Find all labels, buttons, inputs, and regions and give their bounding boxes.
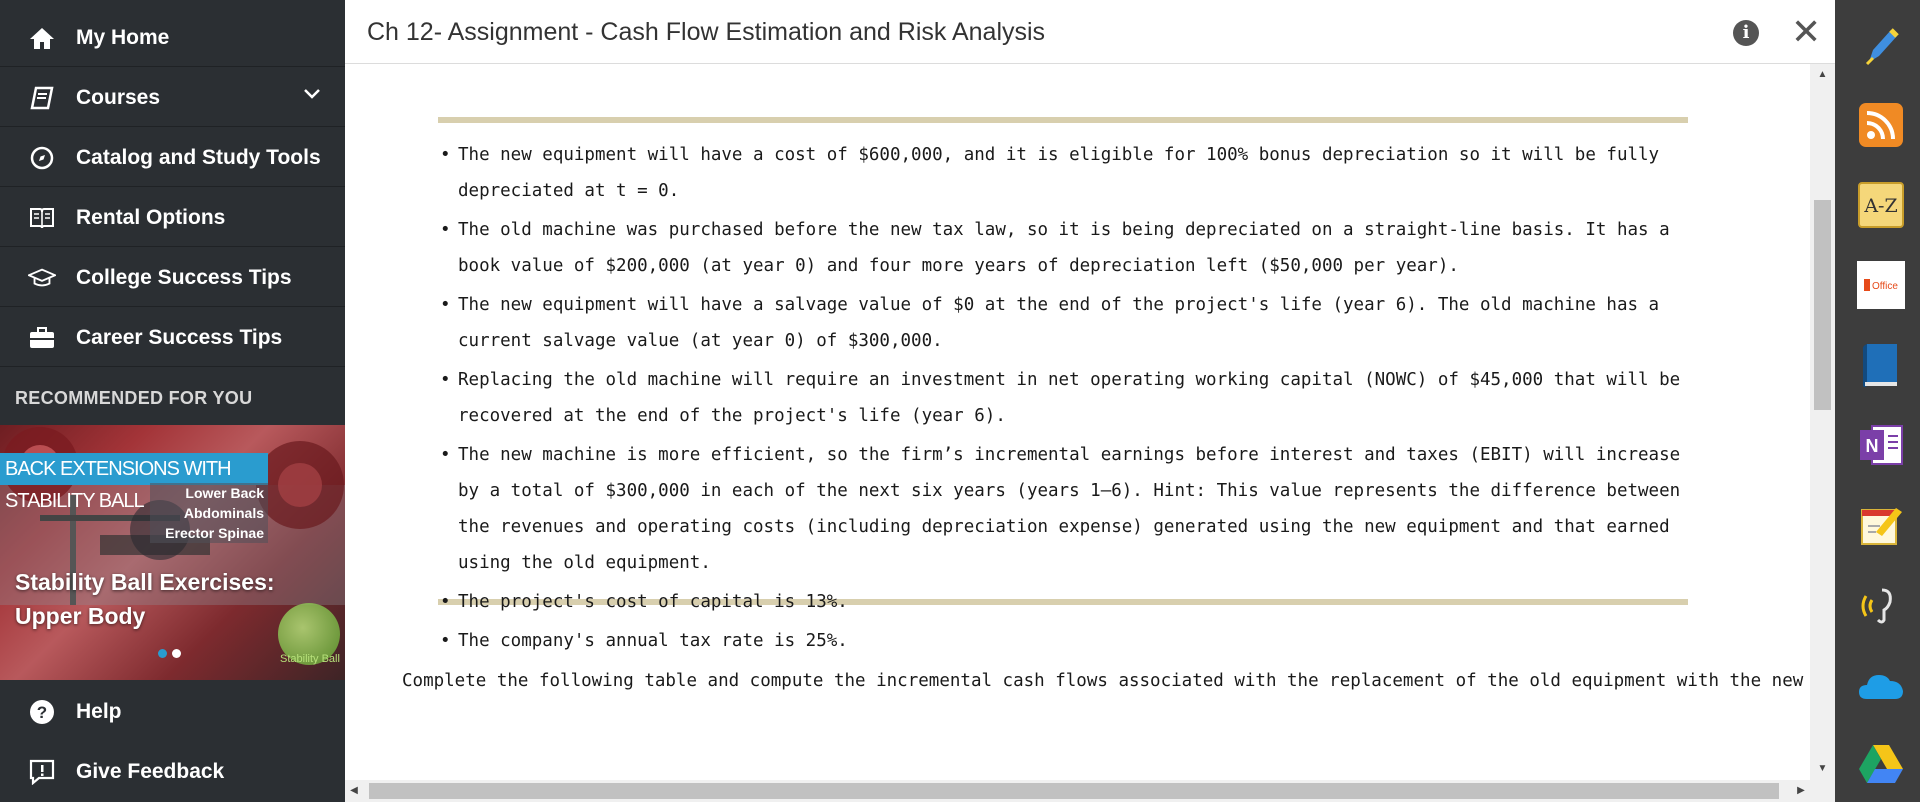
scroll-left-icon[interactable]: ◀ [345,780,363,802]
stability-ball-label: Stability Ball [280,653,340,665]
carousel-dots [158,649,181,658]
list-item: The new equipment will have a salvage va… [438,287,1688,359]
assignment-header: Ch 12- Assignment - Cash Flow Estimation… [345,0,1835,64]
compass-icon [28,144,56,172]
sidebar-item-label: Help [76,700,122,723]
scroll-thumb[interactable] [1814,200,1831,410]
sidebar-item-give-feedback[interactable]: Give Feedback [0,743,345,801]
sidebar-item-catalog[interactable]: Catalog and Study Tools [0,129,345,187]
close-icon[interactable]: ✕ [1791,12,1821,52]
feedback-icon [28,758,56,786]
onedrive-icon[interactable] [1857,661,1905,709]
carousel-dot-2[interactable] [172,649,181,658]
horizontal-scrollbar[interactable]: ◀ ▶ [345,780,1835,802]
muscle-label: Erector Spinae [165,525,264,541]
assignment-content: The new equipment will have a cost of $6… [345,64,1810,780]
office-label: Office [1872,281,1898,292]
sidebar-item-career-success[interactable]: Career Success Tips [0,309,345,367]
sidebar: My Home Courses Catalog and Study Tools … [0,0,345,802]
muscle-label: Lower Back [185,485,264,501]
onenote-label: N [1866,436,1879,456]
sidebar-item-label: My Home [76,25,170,49]
chevron-down-icon[interactable] [303,87,321,105]
a-z-glossary-icon[interactable]: A-Z [1857,181,1905,229]
sidebar-item-label: Courses [76,85,161,109]
recommended-title: RECOMMENDED FOR YOU [15,388,253,408]
question-icon: ? [28,698,56,726]
scroll-down-icon[interactable]: ▼ [1810,760,1835,778]
info-icon[interactable]: i [1733,20,1759,46]
sidebar-item-college-success[interactable]: College Success Tips [0,249,345,307]
sidebar-item-courses[interactable]: Courses [0,69,345,127]
onenote-icon[interactable]: N [1857,421,1905,469]
page-title: Ch 12- Assignment - Cash Flow Estimation… [367,18,1046,46]
sidebar-item-label: Rental Options [76,205,226,229]
scroll-up-icon[interactable]: ▲ [1810,66,1835,84]
rss-icon[interactable] [1857,101,1905,149]
instruction-text: Complete the following table and compute… [402,671,1810,691]
muscle-label: Abdominals [183,505,264,521]
list-item: The old machine was purchased before the… [438,212,1688,284]
list-item: The new equipment will have a cost of $6… [438,137,1688,209]
sidebar-item-label: Give Feedback [76,760,225,783]
assignment-panel: Ch 12- Assignment - Cash Flow Estimation… [345,0,1835,802]
vertical-scrollbar[interactable]: ▲ ▼ [1810,64,1835,780]
promo-muscles: Lower Back Abdominals Erector Spinae [150,483,268,543]
assumptions-list: The new equipment will have a cost of $6… [438,123,1688,659]
a-z-label: A-Z [1863,195,1897,217]
scroll-right-icon[interactable]: ▶ [1792,780,1810,802]
google-drive-icon[interactable] [1857,741,1905,789]
book-icon [28,84,56,112]
sidebar-item-label: Career Success Tips [76,325,283,349]
list-item: The new machine is more efficient, so th… [438,437,1688,581]
office-icon[interactable]: Office [1857,261,1905,309]
home-icon [28,24,56,52]
list-item: Replacing the old machine will require a… [438,362,1688,434]
list-item: The company's annual tax rate is 25%. [438,623,1688,659]
notepad-icon[interactable] [1857,501,1905,549]
highlighter-icon[interactable] [1857,22,1905,70]
promo-caption[interactable]: Stability Ball Exercises: Upper Body [15,565,335,633]
carousel-dot-1[interactable] [158,649,167,658]
tools-toolbar: A-Z Office N [1835,0,1920,802]
problem-assumptions-box: The new equipment will have a cost of $6… [438,117,1688,659]
sidebar-item-help[interactable]: ? Help [0,683,345,741]
sidebar-item-label: Catalog and Study Tools [76,145,321,169]
svg-text:?: ? [37,703,47,722]
graduation-cap-icon [28,264,56,292]
recommended-promo-card[interactable]: BACK EXTENSIONS WITH STABILITY BALL Lowe… [0,425,345,680]
sidebar-item-label: College Success Tips [76,265,292,289]
briefcase-icon [28,324,56,352]
sidebar-item-rental-options[interactable]: Rental Options [0,189,345,247]
scroll-thumb[interactable] [369,783,1779,799]
ebook-icon[interactable] [1857,341,1905,389]
list-item: The project's cost of capital is 13%. [438,584,1688,620]
promo-banner: BACK EXTENSIONS WITH STABILITY BALL [0,453,268,512]
read-aloud-icon[interactable] [1857,581,1905,629]
open-book-icon [28,204,56,232]
sidebar-item-my-home[interactable]: My Home [0,9,345,67]
